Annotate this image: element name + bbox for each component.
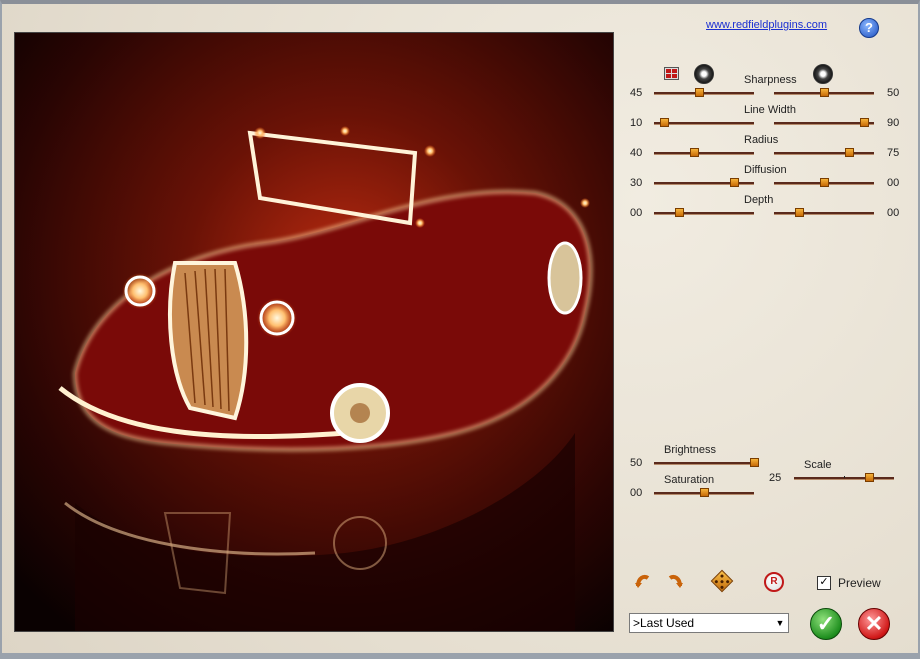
- sharpness-right-slider-thumb[interactable]: [820, 88, 829, 97]
- redo-icon[interactable]: [660, 570, 684, 590]
- radius-left-value: 40: [630, 147, 643, 159]
- radius-label: Radius: [744, 134, 779, 146]
- starburst-icon[interactable]: [813, 64, 833, 84]
- sharpness-label: Sharpness: [744, 74, 797, 86]
- diffusion-right-slider-thumb[interactable]: [820, 178, 829, 187]
- preset-select[interactable]: >Last Used ▼: [629, 613, 789, 633]
- starburst-icon[interactable]: [694, 64, 714, 84]
- brightness-value: 50: [630, 457, 643, 469]
- diffusion-label: Diffusion: [744, 164, 787, 176]
- diffusion-right-slider[interactable]: [774, 178, 874, 187]
- car-preview-artwork: [15, 33, 613, 631]
- brightness-label: Brightness: [664, 444, 716, 456]
- reset-icon[interactable]: R: [764, 572, 784, 592]
- chevron-down-icon[interactable]: ▼: [772, 614, 788, 632]
- sharpness-left-slider-thumb[interactable]: [695, 88, 704, 97]
- radius-right-value: 75: [887, 147, 900, 159]
- ok-check-icon: ✓: [816, 611, 836, 636]
- cancel-x-icon: ✕: [864, 611, 884, 636]
- depth-left-slider[interactable]: [654, 208, 754, 217]
- grid-icon[interactable]: [664, 67, 679, 80]
- scale-slider[interactable]: [794, 473, 894, 482]
- cancel-button[interactable]: ✕: [858, 608, 890, 640]
- random-dice-icon[interactable]: [710, 569, 734, 593]
- sharpness-left-value: 45: [630, 87, 643, 99]
- sharpness-right-value: 50: [887, 87, 900, 99]
- diffusion-left-value: 30: [630, 177, 643, 189]
- saturation-slider-thumb[interactable]: [700, 488, 709, 497]
- radius-left-slider[interactable]: [654, 148, 754, 157]
- line-width-left-slider-thumb[interactable]: [660, 118, 669, 127]
- line-width-label: Line Width: [744, 104, 796, 116]
- scale-value: 25: [769, 472, 782, 484]
- sharpness-left-slider[interactable]: [654, 88, 754, 97]
- depth-right-value: 00: [887, 207, 900, 219]
- scale-slider-thumb[interactable]: [865, 473, 874, 482]
- line-width-right-slider-thumb[interactable]: [860, 118, 869, 127]
- image-preview[interactable]: [14, 32, 614, 632]
- line-width-right-value: 90: [887, 117, 900, 129]
- line-width-left-value: 10: [630, 117, 643, 129]
- depth-left-slider-thumb[interactable]: [675, 208, 684, 217]
- brightness-slider[interactable]: [654, 458, 759, 467]
- radius-right-slider[interactable]: [774, 148, 874, 157]
- saturation-label: Saturation: [664, 474, 715, 486]
- radius-left-slider-thumb[interactable]: [690, 148, 699, 157]
- diffusion-right-value: 00: [887, 177, 900, 189]
- preset-select-value: >Last Used: [633, 616, 695, 630]
- line-width-left-slider[interactable]: [654, 118, 754, 127]
- saturation-slider[interactable]: [654, 488, 754, 497]
- preview-checkbox[interactable]: ✓: [817, 576, 831, 590]
- sharpness-right-slider[interactable]: [774, 88, 874, 97]
- line-width-right-slider[interactable]: [774, 118, 874, 127]
- depth-label: Depth: [744, 194, 774, 206]
- depth-right-slider[interactable]: [774, 208, 874, 217]
- scale-center-tick: [844, 476, 845, 478]
- help-icon[interactable]: ?: [859, 18, 879, 38]
- diffusion-left-slider[interactable]: [654, 178, 754, 187]
- website-link[interactable]: www.redfieldplugins.com: [706, 19, 827, 31]
- saturation-value: 00: [630, 487, 643, 499]
- brightness-slider-thumb[interactable]: [750, 458, 759, 467]
- scale-label: Scale: [804, 459, 832, 471]
- depth-left-value: 00: [630, 207, 643, 219]
- plugin-dialog: www.redfieldplugins.com ? Brightness 50 …: [0, 0, 920, 659]
- depth-right-slider-thumb[interactable]: [795, 208, 804, 217]
- diffusion-left-slider-thumb[interactable]: [730, 178, 739, 187]
- preview-label: Preview: [838, 576, 881, 590]
- undo-icon[interactable]: [634, 570, 658, 590]
- ok-button[interactable]: ✓: [810, 608, 842, 640]
- radius-right-slider-thumb[interactable]: [845, 148, 854, 157]
